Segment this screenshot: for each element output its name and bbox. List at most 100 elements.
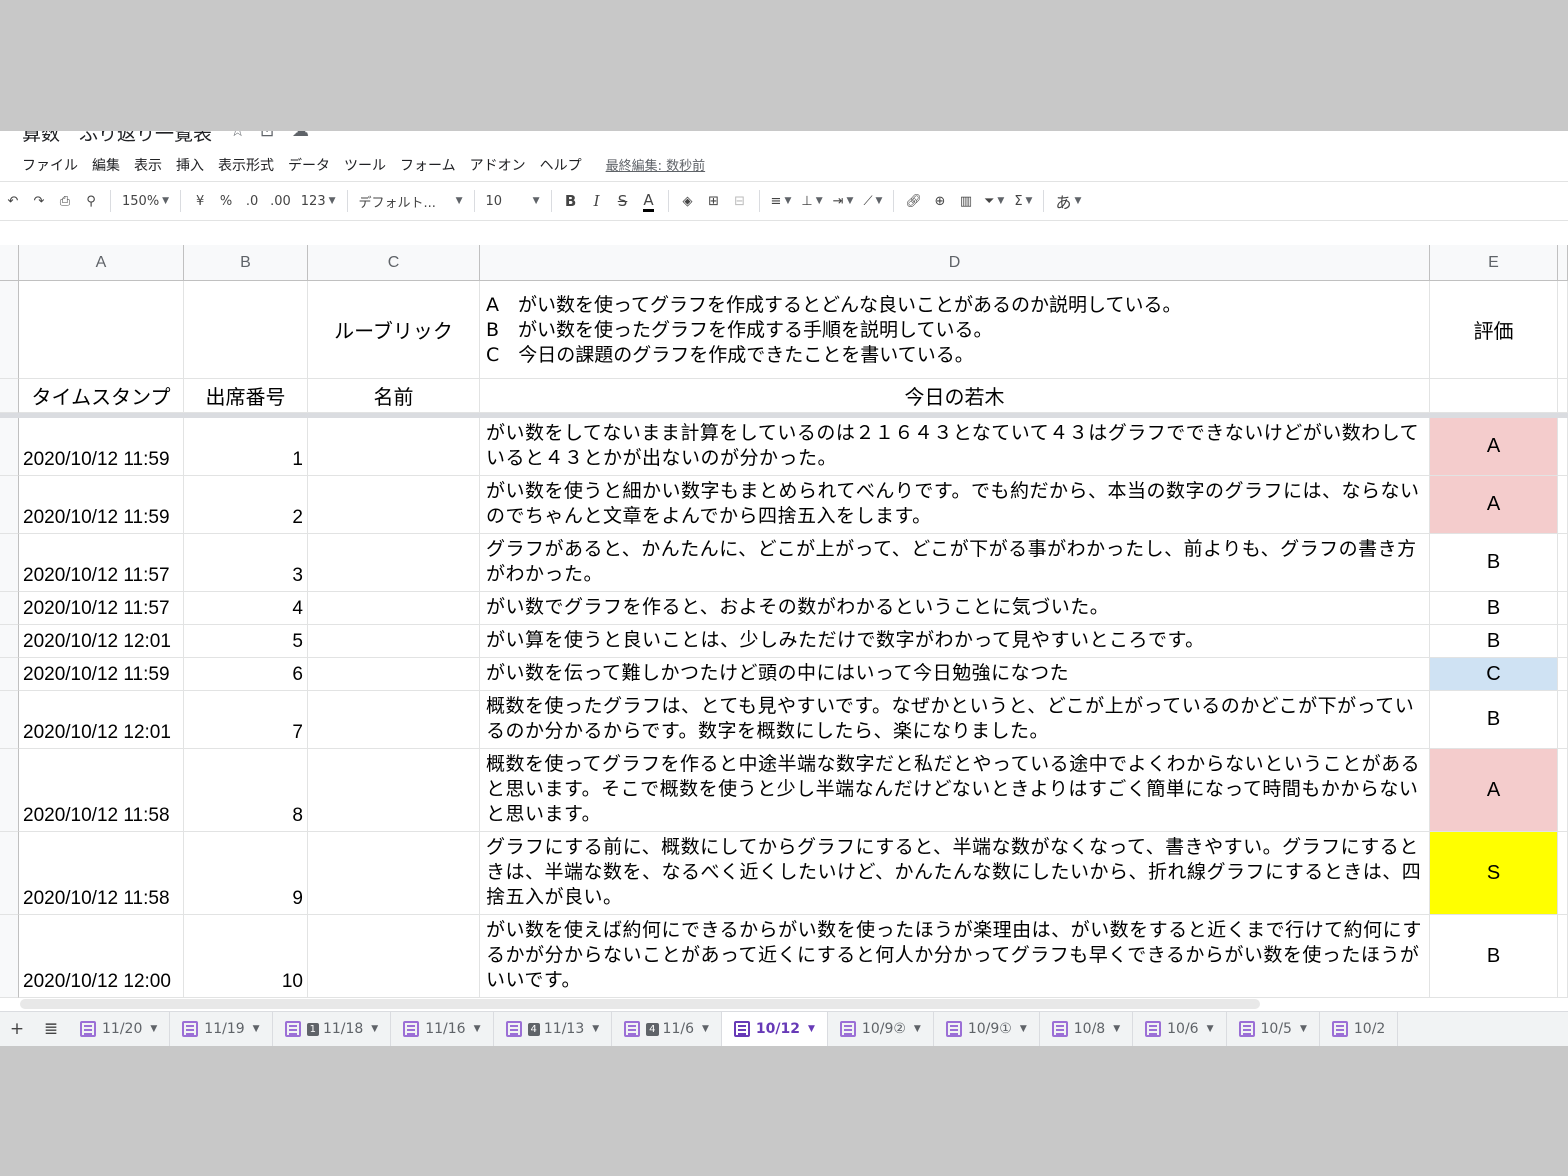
chevron-down-icon[interactable]: ▼ [1300,1024,1307,1034]
attendance-number-cell[interactable]: 3 [184,534,308,592]
percent-format-button[interactable]: % [215,187,237,215]
sheet-tab[interactable]: 4 11/6 ▼ [612,1011,722,1046]
chevron-down-icon[interactable]: ▼ [808,1024,815,1034]
name-cell[interactable] [308,658,480,691]
cell[interactable] [1558,691,1568,749]
row-number[interactable] [0,832,19,915]
sheet-tab[interactable]: 10/5 ▼ [1227,1011,1320,1046]
cell[interactable] [1430,379,1558,413]
reflection-cell[interactable]: グラフがあると、かんたんに、どこが上がって、どこが下がる事がわかったし、前よりも… [480,534,1430,592]
merge-cells-icon[interactable]: ⊟ [729,187,751,215]
font-select[interactable]: デフォルト... ▼ [356,187,466,215]
timestamp-cell[interactable]: 2020/10/12 11:59 [19,476,184,534]
attendance-number-cell[interactable]: 7 [184,691,308,749]
cell[interactable] [1558,418,1568,476]
filter-icon[interactable]: ⏷ ▼ [981,187,1007,215]
timestamp-header[interactable]: タイムスタンプ [19,379,184,413]
grade-cell[interactable]: S [1430,832,1558,915]
sheet-tab[interactable]: 4 11/13 ▼ [494,1011,613,1046]
menu-view[interactable]: 表示 [134,155,162,177]
menu-form[interactable]: フォーム [400,155,456,177]
cell[interactable] [1558,476,1568,534]
cell[interactable] [1558,625,1568,658]
number-format-select[interactable]: 123 ▼ [298,187,339,215]
print-icon[interactable]: ⎙ [54,187,76,215]
menu-file[interactable]: ファイル [22,155,78,177]
row-number[interactable] [0,592,19,625]
reflection-cell[interactable]: がい数をしてないまま計算をしているのは２１６４３となていて４３はグラフでできない… [480,418,1430,476]
timestamp-cell[interactable]: 2020/10/12 12:01 [19,625,184,658]
column-header-d[interactable]: D [480,245,1430,281]
input-tools-button[interactable]: あ ▼ [1052,187,1084,215]
column-header-b[interactable]: B [184,245,308,281]
borders-icon[interactable]: ⊞ [703,187,725,215]
redo-icon[interactable]: ↷ [28,187,50,215]
timestamp-cell[interactable]: 2020/10/12 12:00 [19,915,184,998]
row-number[interactable] [0,281,19,379]
grade-cell[interactable]: B [1430,592,1558,625]
attendance-number-cell[interactable]: 4 [184,592,308,625]
chevron-down-icon[interactable]: ▼ [914,1024,921,1034]
chevron-down-icon[interactable]: ▼ [1020,1024,1027,1034]
column-header-e[interactable]: E [1430,245,1558,281]
text-rotation-icon[interactable]: ⟋ ▼ [860,187,885,215]
row-number[interactable] [0,749,19,832]
sheet-tab[interactable]: 1 11/18 ▼ [273,1011,392,1046]
font-size-select[interactable]: 10 ▼ [483,187,543,215]
chevron-down-icon[interactable]: ▼ [1113,1024,1120,1034]
chevron-down-icon[interactable]: ▼ [150,1024,157,1034]
attendance-number-cell[interactable]: 5 [184,625,308,658]
select-all-corner[interactable] [0,245,19,281]
grade-cell[interactable]: C [1430,658,1558,691]
add-sheet-icon[interactable]: + [0,1019,34,1039]
cell[interactable] [1558,749,1568,832]
row-number[interactable] [0,691,19,749]
rubric-label[interactable]: ルーブリック [308,281,480,379]
insert-link-icon[interactable]: 🔗︎ [902,187,925,215]
menu-insert[interactable]: 挿入 [176,155,204,177]
paint-format-icon[interactable]: ⚲ [80,187,102,215]
decrease-decimal-button[interactable]: .0 [241,187,263,215]
undo-icon[interactable]: ↶ [2,187,24,215]
name-cell[interactable] [308,625,480,658]
grade-cell[interactable]: B [1430,915,1558,998]
reflection-cell[interactable]: がい数を使うと細かい数字もまとめられてべんりです。でも約だから、本当の数字のグラ… [480,476,1430,534]
grade-cell[interactable]: A [1430,476,1558,534]
increase-decimal-button[interactable]: .00 [267,187,294,215]
functions-icon[interactable]: Σ ▼ [1011,187,1035,215]
insert-comment-icon[interactable]: ⊕ [929,187,951,215]
strikethrough-button[interactable]: S [612,187,634,215]
row-number[interactable] [0,658,19,691]
evaluation-label[interactable]: 評価 [1430,281,1558,379]
name-cell[interactable] [308,418,480,476]
text-color-button[interactable]: A [638,187,660,215]
name-cell[interactable] [308,534,480,592]
sheet-tab[interactable]: 10/2 [1320,1011,1399,1046]
grade-cell[interactable]: B [1430,534,1558,592]
row-number[interactable] [0,534,19,592]
currency-format-button[interactable]: ¥ [189,187,211,215]
text-wrap-icon[interactable]: ⇥ ▼ [830,187,857,215]
reflection-cell[interactable]: がい数を伝って難しかつたけど頭の中にはいって今日勉強になつた [480,658,1430,691]
fill-color-icon[interactable]: ◈ [677,187,699,215]
grade-cell[interactable]: B [1430,691,1558,749]
last-edit-link[interactable]: 最終編集: 数秒前 [606,155,706,177]
chevron-down-icon[interactable]: ▼ [1207,1024,1214,1034]
attendance-number-cell[interactable]: 10 [184,915,308,998]
grade-cell[interactable]: A [1430,418,1558,476]
menu-tools[interactable]: ツール [344,155,386,177]
horizontal-align-icon[interactable]: ≡ ▼ [768,187,795,215]
rubric-text[interactable]: A がい数を使ってグラフを作成するとどんな良いことがあるのか説明している。 B … [480,281,1430,379]
move-folder-icon[interactable]: ⊡ [260,131,274,141]
timestamp-cell[interactable]: 2020/10/12 11:59 [19,418,184,476]
grade-cell[interactable]: A [1430,749,1558,832]
reflection-cell[interactable]: 概数を使ったグラフは、とても見やすいです。なぜかというと、どこが上がっているのか… [480,691,1430,749]
row-number[interactable] [0,418,19,476]
menu-format[interactable]: 表示形式 [218,155,274,177]
document-title[interactable]: 算数 ふり返り一覧表 [22,131,212,146]
sheet-tab[interactable]: 10/8 ▼ [1040,1011,1134,1046]
sheet-tab[interactable]: 10/9① ▼ [934,1011,1040,1046]
column-header-f[interactable] [1558,245,1568,281]
star-icon[interactable]: ☆ [230,131,245,141]
timestamp-cell[interactable]: 2020/10/12 11:57 [19,592,184,625]
